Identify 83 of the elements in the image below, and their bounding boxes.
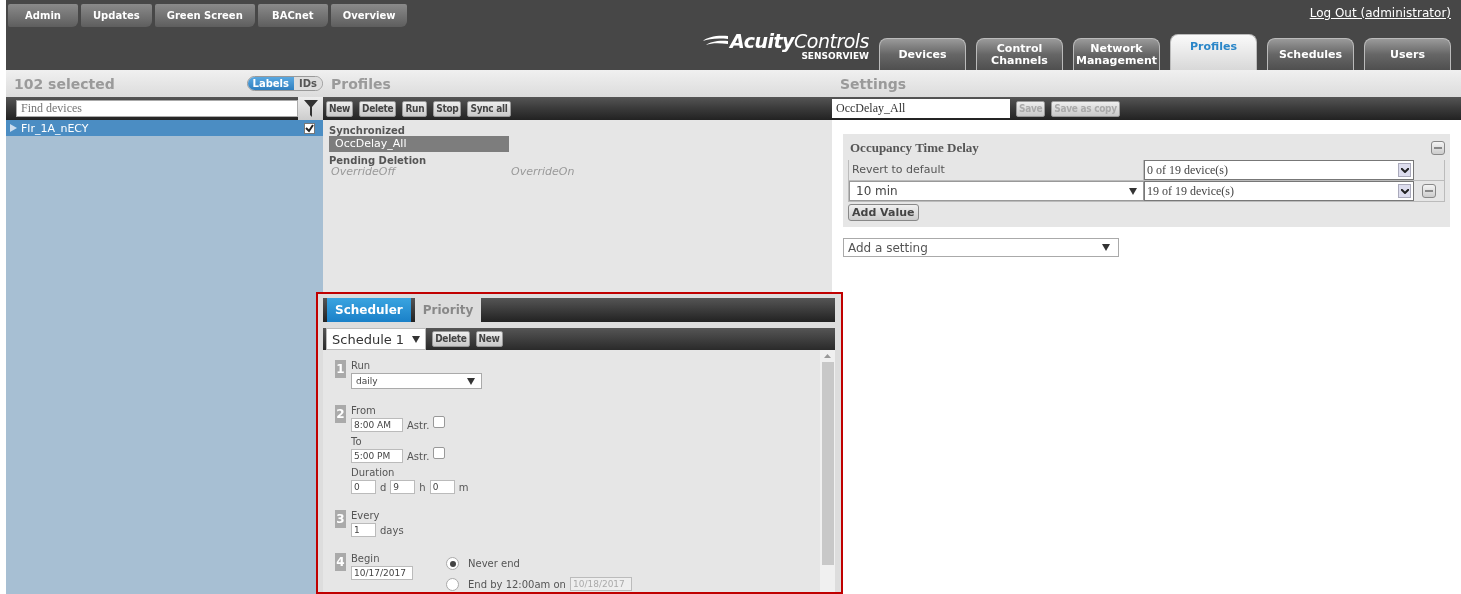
- step-number: 3: [335, 510, 346, 528]
- toolbar-button[interactable]: Delete: [432, 331, 470, 347]
- add-setting-dropdown[interactable]: Add a setting: [843, 238, 1119, 257]
- scroll-up-icon[interactable]: [824, 354, 831, 358]
- date-field[interactable]: 10/17/2017: [351, 566, 413, 580]
- radio-button[interactable]: [446, 557, 459, 570]
- nav-button[interactable]: Updates: [81, 4, 152, 27]
- dropdown-arrow-icon: [1129, 187, 1137, 195]
- setting-title: Occupancy Time Delay: [850, 140, 979, 156]
- selection-count: 102 selected: [14, 75, 115, 92]
- unit-label: m: [458, 481, 469, 493]
- main-tab[interactable]: Users: [1364, 38, 1451, 70]
- main-tab[interactable]: Schedules: [1267, 38, 1354, 70]
- field-label: Duration: [351, 467, 396, 478]
- option-label: End by 12:00am on: [468, 578, 566, 590]
- toolbar-button[interactable]: Delete: [359, 100, 397, 117]
- swoosh-icon: [702, 35, 729, 47]
- dropdown-arrow-icon: [467, 377, 475, 385]
- view-toggle-option[interactable]: IDs: [294, 77, 322, 90]
- step-number: 1: [335, 360, 346, 378]
- brand-logo: AcuityControls: [730, 31, 869, 51]
- device-count-dropdown[interactable]: 0 of 19 device(s): [1144, 160, 1414, 180]
- checkbox[interactable]: [304, 122, 315, 134]
- nav-button[interactable]: BACnet: [257, 4, 328, 27]
- profile-item[interactable]: OccDelay_All: [329, 136, 509, 152]
- interval-field[interactable]: 1: [351, 523, 376, 537]
- remove-button[interactable]: [1431, 141, 1445, 155]
- run-dropdown[interactable]: daily: [351, 373, 482, 389]
- profile-name-field[interactable]: OccDelay_All: [832, 99, 1010, 118]
- device-count-dropdown[interactable]: 19 of 19 device(s): [1144, 181, 1414, 201]
- checkbox[interactable]: [433, 447, 446, 459]
- group-heading: Synchronized: [329, 125, 406, 136]
- chevron-down-icon: [1400, 188, 1409, 194]
- main-tab[interactable]: Network Management: [1073, 38, 1160, 70]
- unit-label: d: [380, 481, 387, 493]
- group-heading: Pending Deletion: [329, 155, 428, 166]
- filter-icon: [303, 100, 318, 117]
- chevron-down-icon: [1400, 167, 1409, 173]
- toolbar-button[interactable]: New: [326, 100, 354, 117]
- dropdown-arrow-icon: [412, 335, 421, 343]
- nav-button[interactable]: Overview: [330, 4, 408, 27]
- field-label: To: [351, 436, 363, 447]
- unit-label: days: [380, 524, 404, 536]
- remove-button[interactable]: [1422, 184, 1436, 198]
- nav-button[interactable]: Admin: [8, 4, 78, 27]
- filter-button[interactable]: [298, 97, 323, 120]
- unit-label: h: [419, 481, 426, 493]
- pane-title: Profiles: [331, 75, 391, 92]
- value-dropdown[interactable]: 10 min: [849, 181, 1144, 201]
- device-name: Flr_1A_nECY: [21, 121, 89, 135]
- expand-arrow-icon[interactable]: [10, 124, 17, 132]
- field-label: Every: [351, 510, 381, 521]
- nav-button[interactable]: Green Screen: [154, 4, 255, 27]
- time-field[interactable]: 5:00 PM: [351, 449, 403, 463]
- field-label: From: [351, 405, 377, 416]
- duration-field[interactable]: 0: [351, 480, 376, 494]
- add-value-button[interactable]: Add Value: [848, 204, 919, 221]
- search-field[interactable]: Find devices: [16, 100, 298, 117]
- field-label: Run: [351, 360, 372, 371]
- pane-title: Settings: [840, 75, 907, 92]
- device-row[interactable]: Flr_1A_nECY: [6, 120, 323, 136]
- schedule-dropdown[interactable]: Schedule 1: [326, 328, 427, 350]
- option-label: Astr.: [407, 419, 430, 431]
- toolbar-button[interactable]: Stop: [433, 100, 462, 117]
- field-label: Begin: [351, 553, 381, 564]
- toolbar-button[interactable]: Sync all: [467, 100, 511, 117]
- toolbar-button[interactable]: New: [475, 331, 503, 347]
- dropdown-arrow-icon: [1102, 244, 1110, 251]
- duration-field[interactable]: 0: [429, 480, 455, 494]
- option-label: Astr.: [407, 450, 430, 462]
- duration-field[interactable]: 9: [390, 480, 416, 494]
- radio-button[interactable]: [446, 577, 459, 591]
- step-number: 2: [335, 405, 346, 423]
- toolbar-button[interactable]: Run: [402, 100, 428, 117]
- checkbox[interactable]: [433, 416, 446, 428]
- main-tab[interactable]: Control Channels: [976, 38, 1063, 70]
- option-label: Never end: [468, 558, 520, 569]
- time-field[interactable]: 8:00 AM: [351, 418, 403, 432]
- main-tab[interactable]: Devices: [879, 38, 966, 70]
- step-number: 4: [335, 553, 346, 571]
- logo-tagline: SENSORVIEW: [801, 51, 869, 62]
- scrollbar[interactable]: [820, 350, 835, 592]
- logout-link[interactable]: Log Out (administrator): [1309, 6, 1451, 20]
